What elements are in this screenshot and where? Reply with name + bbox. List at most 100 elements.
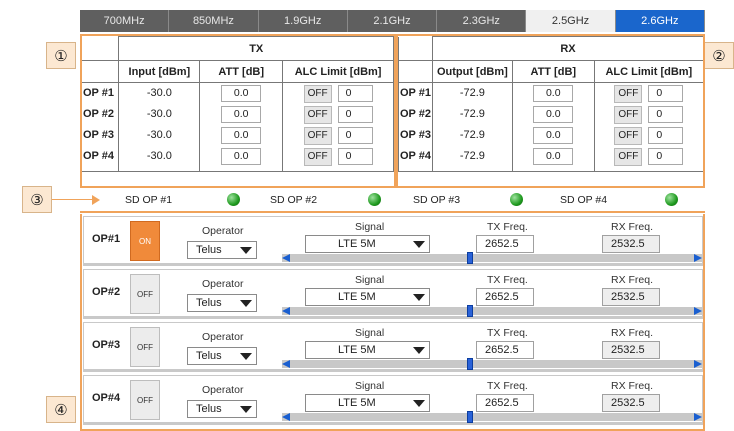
tx-att-field[interactable]: 0.0 — [221, 106, 262, 123]
chevron-down-icon — [413, 400, 425, 407]
op3-operator-select[interactable]: Telus — [187, 347, 257, 365]
op3-slider[interactable] — [282, 358, 702, 370]
op2-slider-thumb[interactable] — [467, 305, 473, 317]
tx-att-field[interactable]: 0.0 — [221, 148, 262, 165]
tx-row-label: OP #4 — [83, 150, 114, 162]
tx-alc-off-button[interactable]: OFF — [303, 106, 332, 124]
tx-alc-col: OFF 0 OFF 0 OFF 0 OFF 0 — [282, 82, 394, 172]
tx-alc-field[interactable]: 0 — [337, 85, 373, 102]
tx-alc-off-button[interactable]: OFF — [303, 148, 332, 166]
op2-name: OP#2 — [92, 286, 121, 298]
tx-alc-field[interactable]: 0 — [337, 127, 373, 144]
op3-signal-select[interactable]: LTE 5M — [305, 341, 430, 359]
arrow-left-icon[interactable] — [282, 254, 290, 262]
op1-tx-field[interactable]: 2652.5 — [476, 235, 534, 253]
rx-header-output: Output [dBm] — [431, 60, 513, 83]
op3-tx-field[interactable]: 2652.5 — [476, 341, 534, 359]
tx-title: TX — [118, 36, 394, 61]
op4-rx-label: RX Freq. — [611, 380, 654, 392]
op2-off-toggle[interactable]: OFF — [130, 274, 160, 314]
rx-alc-off-button[interactable]: OFF — [614, 148, 643, 166]
rx-alc-off-button[interactable]: OFF — [614, 85, 643, 103]
op3-slider-thumb[interactable] — [467, 358, 473, 370]
op4-off-toggle[interactable]: OFF — [130, 380, 160, 420]
tab-700mhz[interactable]: 700MHz — [80, 10, 170, 32]
tab-1-9ghz[interactable]: 1.9GHz — [258, 10, 348, 32]
op4-panel: OP#4 OFF Operator Telus Signal LTE 5M TX… — [83, 375, 703, 425]
op3-panel: OP#3 OFF Operator Telus Signal LTE 5M TX… — [83, 322, 703, 372]
rx-att-field[interactable]: 0.0 — [533, 127, 574, 144]
rx-corner-2 — [398, 60, 433, 83]
op4-signal-select[interactable]: LTE 5M — [305, 394, 430, 412]
arrow-left-icon[interactable] — [282, 307, 290, 315]
tab-2-1ghz[interactable]: 2.1GHz — [347, 10, 438, 32]
op2-signal-select[interactable]: LTE 5M — [305, 288, 430, 306]
op4-tx-field[interactable]: 2652.5 — [476, 394, 534, 412]
arrow-right-icon[interactable] — [694, 360, 702, 368]
op1-on-toggle[interactable]: ON — [130, 221, 160, 261]
tx-input-value: -30.0 — [146, 150, 172, 162]
arrow-right-icon[interactable] — [694, 254, 702, 262]
op4-operator-select[interactable]: Telus — [187, 400, 257, 418]
op2-tx-field[interactable]: 2652.5 — [476, 288, 534, 306]
rx-header-alc: ALC Limit [dBm] — [593, 60, 703, 83]
op3-rx-field[interactable]: 2532.5 — [602, 341, 660, 359]
arrow-left-icon[interactable] — [282, 360, 290, 368]
op1-slider-thumb[interactable] — [467, 252, 473, 264]
rx-alc-field[interactable]: 0 — [648, 148, 684, 165]
tx-alc-off-button[interactable]: OFF — [303, 85, 332, 103]
rx-alc-field[interactable]: 0 — [648, 106, 684, 123]
op3-off-toggle[interactable]: OFF — [130, 327, 160, 367]
arrow-left-icon[interactable] — [282, 413, 290, 421]
rx-alc-off-button[interactable]: OFF — [614, 106, 643, 124]
tx-alc-field[interactable]: 0 — [337, 106, 373, 123]
tab-2-6ghz[interactable]: 2.6GHz — [615, 10, 705, 32]
rx-alc-field[interactable]: 0 — [648, 85, 684, 102]
chevron-down-icon — [413, 294, 425, 301]
op2-slider[interactable] — [282, 305, 702, 317]
op4-tx-label: TX Freq. — [487, 380, 528, 392]
op2-signal-label: Signal — [355, 274, 385, 286]
op2-operator-label: Operator — [202, 278, 244, 290]
callout-2: ② — [704, 42, 734, 69]
tab-850mhz[interactable]: 850MHz — [169, 10, 259, 32]
arrow-right-icon[interactable] — [694, 307, 702, 315]
op4-operator-label: Operator — [202, 384, 244, 396]
op1-tx-label: TX Freq. — [487, 221, 528, 233]
tx-att-field[interactable]: 0.0 — [221, 85, 262, 102]
op1-signal-label: Signal — [355, 221, 385, 233]
rx-alc-off-button[interactable]: OFF — [614, 127, 643, 145]
tab-2-3ghz[interactable]: 2.3GHz — [437, 10, 527, 32]
sd-status-row: SD OP #1 SD OP #2 SD OP #3 SD OP #4 — [80, 186, 705, 213]
rx-att-field[interactable]: 0.0 — [533, 85, 574, 102]
op4-slider-thumb[interactable] — [467, 411, 473, 423]
op2-rx-field[interactable]: 2532.5 — [602, 288, 660, 306]
rx-att-field[interactable]: 0.0 — [533, 148, 574, 165]
tab-2-5ghz[interactable]: 2.5GHz — [526, 10, 616, 32]
rx-header-att: ATT [dB] — [511, 60, 595, 83]
arrow-right-icon[interactable] — [694, 413, 702, 421]
tx-alc-off-button[interactable]: OFF — [303, 127, 332, 145]
op1-signal-select[interactable]: LTE 5M — [305, 235, 430, 253]
op2-rx-label: RX Freq. — [611, 274, 654, 286]
rx-row-label: OP #3 — [400, 129, 431, 141]
tx-att-field[interactable]: 0.0 — [221, 127, 262, 144]
rx-alc-field[interactable]: 0 — [648, 127, 684, 144]
op2-operator-select[interactable]: Telus — [187, 294, 257, 312]
rx-title: RX — [431, 36, 703, 61]
op1-rx-field[interactable]: 2532.5 — [602, 235, 660, 253]
tx-header-input: Input [dBm] — [118, 60, 201, 83]
sd-op1-led-icon — [227, 193, 240, 206]
op1-operator-select[interactable]: Telus — [187, 241, 257, 259]
rx-att-field[interactable]: 0.0 — [533, 106, 574, 123]
tx-alc-field[interactable]: 0 — [337, 148, 373, 165]
tx-header-alc: ALC Limit [dBm] — [282, 60, 394, 83]
op1-slider[interactable] — [282, 252, 702, 264]
op4-slider[interactable] — [282, 411, 702, 423]
callout-1: ① — [46, 42, 76, 69]
callout-3: ③ — [22, 186, 52, 213]
op4-signal-label: Signal — [355, 380, 385, 392]
chevron-down-icon — [240, 247, 252, 254]
op4-rx-field[interactable]: 2532.5 — [602, 394, 660, 412]
rx-output-value: -72.9 — [459, 129, 485, 141]
